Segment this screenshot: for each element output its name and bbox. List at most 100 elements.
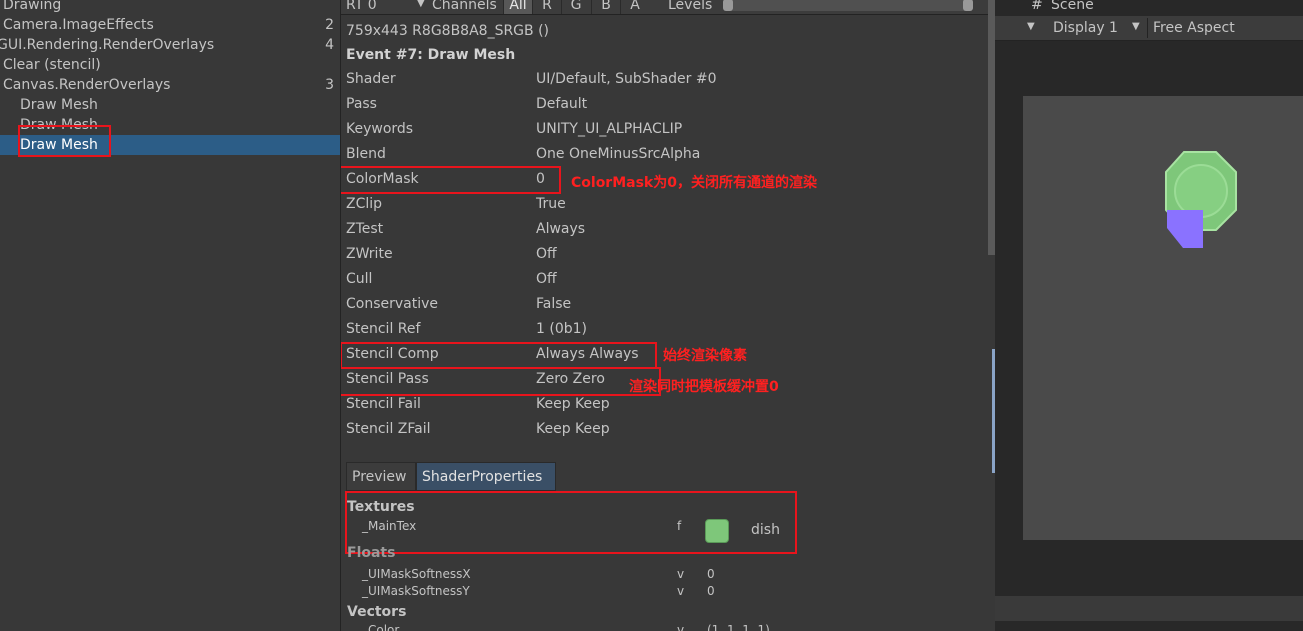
shader-state-row: ZWrite Off bbox=[341, 242, 981, 267]
dish-image bbox=[1165, 151, 1237, 248]
game-canvas[interactable] bbox=[1023, 96, 1303, 540]
float-value: 0 bbox=[707, 584, 715, 598]
event-tree-item-label: Camera.ImageEffects bbox=[3, 17, 154, 33]
event-title: Event #7: Draw Mesh bbox=[346, 47, 516, 63]
shader-state-name: ZClip bbox=[346, 196, 383, 212]
event-tree-item-count: 2 bbox=[325, 17, 334, 33]
float-name: _UIMaskSoftnessY bbox=[362, 584, 470, 598]
colormask-highlight-box bbox=[341, 166, 561, 194]
shader-state-name: Stencil Ref bbox=[346, 321, 421, 337]
stencil-comp-highlight-box bbox=[341, 342, 657, 369]
levels-max-handle[interactable] bbox=[963, 0, 973, 11]
shader-state-name: Cull bbox=[346, 271, 373, 287]
vector-name: _Color bbox=[362, 623, 400, 631]
event-tree-item[interactable]: Clear (stencil) bbox=[0, 55, 340, 75]
shader-state-row: Stencil ZFail Keep Keep bbox=[341, 417, 981, 442]
texture-value: dish bbox=[751, 522, 780, 538]
tab-preview[interactable]: Preview bbox=[346, 462, 416, 491]
levels-min-handle[interactable] bbox=[723, 0, 733, 11]
float-row: _UIMaskSoftnessY v 0 bbox=[341, 584, 981, 601]
shader-state-value: Keep Keep bbox=[536, 421, 610, 437]
colormask-annotation: ColorMask为0，关闭所有通道的渲染 bbox=[571, 175, 817, 191]
shader-state-name: Conservative bbox=[346, 296, 439, 312]
event-tree-item-label: Clear (stencil) bbox=[3, 57, 101, 73]
stencil-pass-annotation: 渲染同时把模板缓冲置0 bbox=[629, 379, 779, 395]
event-tree-item-count: 3 bbox=[325, 77, 334, 93]
float-stage: v bbox=[677, 567, 685, 581]
event-tree-item[interactable]: Drawing bbox=[0, 0, 340, 15]
event-tree-item-label: Draw Mesh bbox=[20, 97, 98, 113]
shader-state-value: Default bbox=[536, 96, 588, 112]
toolbar-divider bbox=[1147, 18, 1148, 38]
shader-state-name: ZTest bbox=[346, 221, 384, 237]
event-tree-item-label: Canvas.RenderOverlays bbox=[3, 77, 171, 93]
shader-state-row: Shader UI/Default, SubShader #0 bbox=[341, 67, 981, 92]
display-dropdown[interactable]: Display 1 bbox=[1053, 20, 1118, 36]
float-stage: v bbox=[677, 584, 685, 598]
event-tree-item-label: Drawing bbox=[3, 0, 62, 13]
scene-tab-icon: # bbox=[1031, 0, 1043, 13]
game-view-status-bar bbox=[995, 596, 1303, 621]
shader-state-name: Keywords bbox=[346, 121, 414, 137]
chevron-down-icon[interactable]: ▼ bbox=[1027, 21, 1035, 32]
shader-state-name: ZWrite bbox=[346, 246, 393, 262]
levels-label: Levels bbox=[668, 0, 713, 13]
aspect-dropdown[interactable]: Free Aspect bbox=[1153, 20, 1235, 36]
vector-value: (1, 1, 1, 1) bbox=[707, 623, 770, 631]
texture-thumbnail[interactable] bbox=[705, 519, 729, 543]
shader-state-name: Pass bbox=[346, 96, 377, 112]
selected-event-highlight-box bbox=[18, 125, 111, 157]
shader-state-row: ZClip True bbox=[341, 192, 981, 217]
textures-header: Textures bbox=[347, 499, 415, 515]
stencil-comp-annotation: 始终渲染像素 bbox=[663, 348, 747, 364]
vector-row: _Color v (1, 1, 1, 1) bbox=[341, 623, 981, 631]
shader-state-row: Conservative False bbox=[341, 292, 981, 317]
scene-tab[interactable]: Scene bbox=[1051, 0, 1094, 13]
event-tree-panel: Drawing Camera.ImageEffects 2 GUI.Rendering… bbox=[0, 0, 340, 631]
event-tree-item[interactable]: Canvas.RenderOverlays 3 bbox=[0, 75, 340, 95]
levels-slider[interactable] bbox=[723, 0, 973, 11]
game-view-panel: # Scene ▼ Display 1 ▼ Free Aspect bbox=[995, 0, 1303, 631]
stencil-pass-highlight-box bbox=[341, 367, 661, 396]
channel-button-r[interactable]: R bbox=[532, 0, 561, 14]
texture-stage: f bbox=[677, 519, 682, 533]
shader-state-value: Off bbox=[536, 246, 557, 262]
channel-button-b[interactable]: B bbox=[591, 0, 620, 14]
shader-state-row: Stencil Ref 1 (0b1) bbox=[341, 317, 981, 342]
shader-state-value: True bbox=[536, 196, 566, 212]
channel-button-all[interactable]: All bbox=[503, 0, 532, 14]
render-target-dropdown[interactable]: RT 0 bbox=[346, 0, 377, 13]
shader-state-value: Always bbox=[536, 221, 586, 237]
frame-debugger-toolbar: RT 0 ▼ Channels All R G B A Levels bbox=[341, 0, 996, 15]
floats-header: Floats bbox=[347, 545, 396, 561]
shader-state-row: Blend One OneMinusSrcAlpha bbox=[341, 142, 981, 167]
shader-state-value: UI/Default, SubShader #0 bbox=[536, 71, 717, 87]
event-tree-item[interactable]: Camera.ImageEffects 2 bbox=[0, 15, 340, 35]
shader-state-row: Keywords UNITY_UI_ALPHACLIP bbox=[341, 117, 981, 142]
event-tree-item-count: 4 bbox=[325, 37, 334, 53]
shader-state-value: 1 (0b1) bbox=[536, 321, 587, 337]
event-tree-item[interactable]: GUI.Rendering.RenderOverlays 4 bbox=[0, 35, 340, 55]
texture-name: _MainTex bbox=[362, 519, 417, 533]
shader-state-value: One OneMinusSrcAlpha bbox=[536, 146, 701, 162]
event-details-panel: RT 0 ▼ Channels All R G B A Levels 759x443 R… bbox=[340, 0, 996, 631]
render-target-format: 759x443 R8G8B8A8_SRGB () bbox=[346, 23, 550, 39]
shader-state-value: UNITY_UI_ALPHACLIP bbox=[536, 121, 683, 137]
float-value: 0 bbox=[707, 567, 715, 581]
float-row: _UIMaskSoftnessX v 0 bbox=[341, 567, 981, 584]
shader-state-name: Shader bbox=[346, 71, 396, 87]
channels-label: Channels bbox=[432, 0, 497, 13]
chevron-down-icon[interactable]: ▼ bbox=[1132, 21, 1140, 32]
channel-button-g[interactable]: G bbox=[561, 0, 590, 14]
shader-state-value: False bbox=[536, 296, 572, 312]
event-tree-item[interactable]: Draw Mesh bbox=[0, 95, 340, 115]
tab-shader-properties[interactable]: ShaderProperties bbox=[416, 462, 556, 491]
rt-dropdown-arrow-icon[interactable]: ▼ bbox=[417, 0, 425, 9]
game-view-toolbar: ▼ Display 1 ▼ Free Aspect bbox=[995, 16, 1303, 41]
shader-state-row: Cull Off bbox=[341, 267, 981, 292]
stencil-quad bbox=[1167, 210, 1203, 248]
shader-state-name: Stencil ZFail bbox=[346, 421, 431, 437]
shader-state-value: Off bbox=[536, 271, 557, 287]
channel-button-a[interactable]: A bbox=[620, 0, 649, 14]
details-scrollbar[interactable] bbox=[988, 0, 995, 255]
